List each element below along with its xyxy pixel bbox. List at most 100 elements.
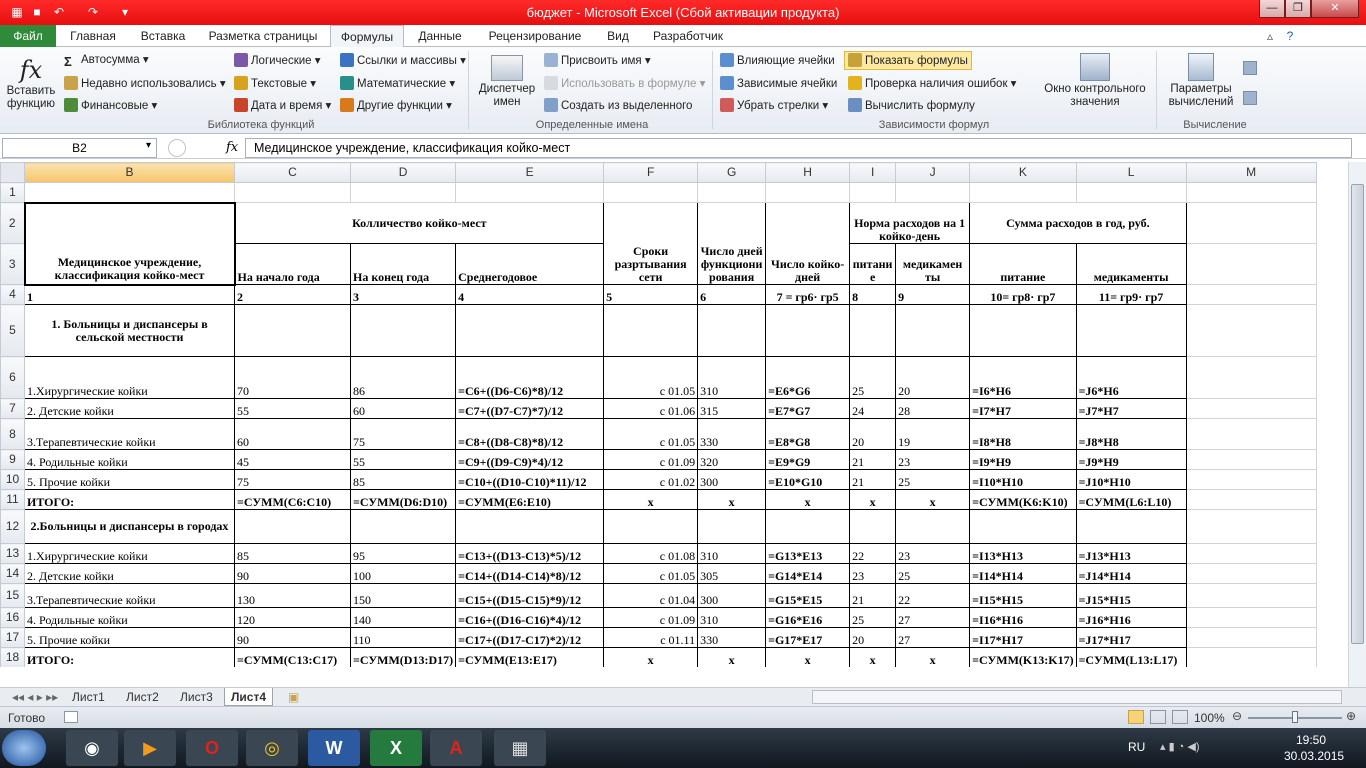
cell[interactable]: 1.Хирургические койки xyxy=(24,356,235,399)
cell[interactable]: =J15*H15 xyxy=(1075,583,1187,608)
cell[interactable] xyxy=(1185,449,1317,470)
cell[interactable]: 19 xyxy=(895,418,971,450)
cell[interactable]: 5 xyxy=(603,284,699,305)
cell[interactable]: 25 xyxy=(849,356,897,399)
cell[interactable]: 70 xyxy=(234,356,351,399)
row-header[interactable]: 15 xyxy=(0,583,25,608)
camera-app-icon[interactable]: ◉ xyxy=(66,730,118,766)
help-icon[interactable]: ? xyxy=(1282,25,1298,47)
row-header[interactable]: 16 xyxy=(0,607,25,628)
tab-page-layout[interactable]: Разметка страницы xyxy=(200,25,326,47)
calc-options-button[interactable]: Параметры вычислений xyxy=(1162,53,1240,109)
language-indicator[interactable]: RU xyxy=(1128,740,1145,754)
cell[interactable]: х xyxy=(895,647,971,667)
row-header[interactable]: 17 xyxy=(0,627,25,648)
clock-date[interactable]: 30.03.2015 xyxy=(1284,749,1344,763)
cell[interactable]: 90 xyxy=(234,563,351,584)
cell[interactable]: =СУММ(L13:L17) xyxy=(1075,647,1187,667)
tab-formulas[interactable]: Формулы xyxy=(330,25,404,48)
cell[interactable] xyxy=(1185,627,1317,648)
cell[interactable]: =J16*H16 xyxy=(1075,607,1187,628)
cell-section-rural[interactable]: 1. Больницы и диспансеры в сельской мест… xyxy=(24,304,235,357)
cell[interactable]: питани е xyxy=(849,243,897,285)
cell[interactable] xyxy=(849,509,897,544)
cell[interactable]: 45 xyxy=(234,449,351,470)
use-in-formula-button[interactable]: Использовать в формуле ▾ xyxy=(544,76,705,91)
cell[interactable]: =I17*H17 xyxy=(969,627,1077,648)
excel-icon[interactable]: X xyxy=(370,730,422,766)
insert-function-button[interactable]: fx Вставить функцию xyxy=(4,55,58,111)
column-header[interactable]: M xyxy=(1185,162,1317,183)
cell[interactable] xyxy=(697,182,767,203)
cell[interactable]: =C8+((D8-C8)*8)/12 xyxy=(455,418,605,450)
cell[interactable]: 8 xyxy=(849,284,897,305)
cell[interactable]: 24 xyxy=(849,398,897,419)
cell[interactable] xyxy=(969,304,1077,357)
logical-button[interactable]: Логические ▾ xyxy=(234,53,321,68)
cell[interactable]: =I9*H9 xyxy=(969,449,1077,470)
media-player-icon[interactable]: ▶ xyxy=(124,730,176,766)
calc-sheet-icon[interactable] xyxy=(1243,91,1257,105)
row-header[interactable]: 1 xyxy=(0,182,25,203)
pdf-reader-icon[interactable]: A xyxy=(430,730,482,766)
cell[interactable]: 23 xyxy=(895,449,971,470)
cell[interactable]: =СУММ(C6:C10) xyxy=(234,489,351,510)
cell[interactable] xyxy=(603,304,699,357)
cell[interactable]: 3.Терапевтические койки xyxy=(24,583,235,608)
cell[interactable]: =G15*E15 xyxy=(765,583,851,608)
row-header[interactable]: 12 xyxy=(0,509,25,544)
word-icon[interactable]: W xyxy=(308,730,360,766)
cell[interactable]: 2. Детские койки xyxy=(24,563,235,584)
cell[interactable]: 4. Родильные койки xyxy=(24,449,235,470)
zoom-in-icon[interactable]: ⊕ xyxy=(1346,709,1356,723)
cell[interactable]: х xyxy=(849,647,897,667)
cell[interactable] xyxy=(765,182,851,203)
calc-now-icon[interactable] xyxy=(1243,61,1257,75)
cell[interactable] xyxy=(849,182,897,203)
restore-button[interactable]: ❐ xyxy=(1285,0,1311,18)
cell[interactable] xyxy=(234,509,351,544)
cell[interactable]: 330 xyxy=(697,418,767,450)
cell[interactable] xyxy=(1185,284,1317,305)
minimize-button[interactable]: — xyxy=(1259,0,1285,18)
cell[interactable] xyxy=(1185,418,1317,450)
cell[interactable]: 150 xyxy=(349,583,457,608)
cell-section-urban[interactable]: 2.Больницы и диспансеры в городах xyxy=(24,509,235,544)
cell[interactable] xyxy=(895,304,971,357)
cell[interactable]: =СУММ(D13:D17) xyxy=(349,647,457,667)
cell[interactable]: 75 xyxy=(349,418,457,450)
cell[interactable]: =J8*H8 xyxy=(1075,418,1187,450)
row-header[interactable]: 14 xyxy=(0,563,25,584)
row-header[interactable]: 11 xyxy=(0,489,25,510)
cell-header-f[interactable]: Сроки разртывания сети xyxy=(603,202,699,285)
cell[interactable]: 95 xyxy=(349,543,457,564)
autosum-button[interactable]: Σ Автосумма ▾ xyxy=(64,53,149,69)
cell[interactable]: с 01.05 xyxy=(603,418,699,450)
sheet-tab-2[interactable]: Лист2 xyxy=(120,688,165,706)
cell[interactable]: =I7*H7 xyxy=(969,398,1077,419)
cell[interactable]: медикаменты xyxy=(1075,243,1187,285)
chrome-icon[interactable]: ◎ xyxy=(246,730,298,766)
cell[interactable] xyxy=(603,509,699,544)
zoom-out-icon[interactable]: ⊖ xyxy=(1232,709,1242,723)
watch-window-button[interactable]: Окно контрольного значения xyxy=(1036,53,1154,109)
cell[interactable]: 3 xyxy=(349,284,457,305)
cell[interactable]: =I13*H13 xyxy=(969,543,1077,564)
date-time-button[interactable]: Дата и время ▾ xyxy=(234,98,331,113)
cell[interactable]: 25 xyxy=(895,469,971,490)
select-all-corner[interactable] xyxy=(0,162,25,183)
cell[interactable]: 85 xyxy=(349,469,457,490)
cell[interactable]: 300 xyxy=(697,469,767,490)
cell[interactable]: 27 xyxy=(895,627,971,648)
cell[interactable] xyxy=(1075,509,1187,544)
cell[interactable]: ИТОГО: xyxy=(24,647,235,667)
cell[interactable]: =C14+((D14-C14)*8)/12 xyxy=(455,563,605,584)
cell[interactable]: =C10+((D10-C10)*11)/12 xyxy=(455,469,605,490)
cell[interactable] xyxy=(1185,583,1317,608)
cell[interactable]: 20 xyxy=(849,627,897,648)
cell[interactable] xyxy=(849,304,897,357)
horizontal-scrollbar[interactable] xyxy=(812,690,1342,704)
column-header[interactable]: I xyxy=(849,162,897,183)
cell[interactable]: =G14*E14 xyxy=(765,563,851,584)
cell-b2-selected[interactable]: Медицинское учреждение, классификация ко… xyxy=(23,201,236,286)
